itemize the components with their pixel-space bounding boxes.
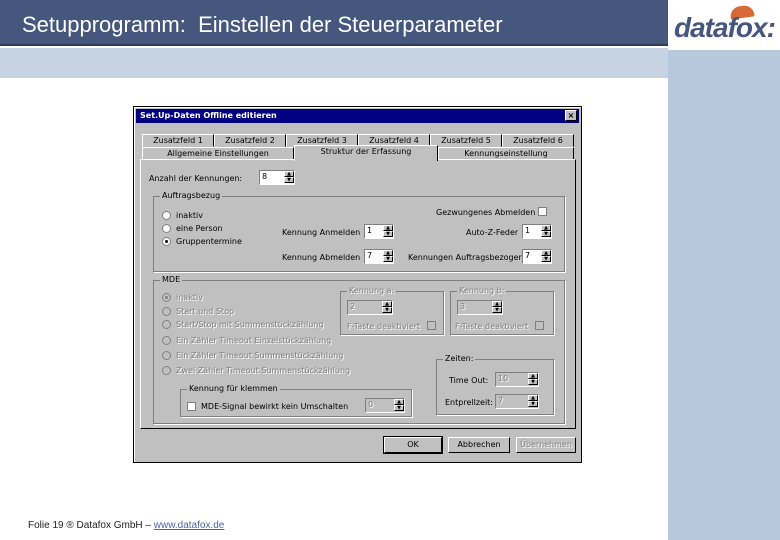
kennungen-auftrag-label: Kennungen Auftragsbezogen <box>408 253 524 262</box>
kennung-abmelden-value: 7 <box>367 251 373 260</box>
tab-zusatzfeld-6[interactable]: Zusatzfeld 6 <box>502 134 574 147</box>
header-band <box>0 48 668 78</box>
tab-pane: Anzahl der Kennungen: 8 ▲ ▼ Auftragsbezug… <box>140 159 576 429</box>
kennungen-auftrag-spinner[interactable]: 7 ▲ ▼ <box>522 249 552 264</box>
gezwungen-checkbox[interactable] <box>538 207 547 216</box>
spin-down-icon[interactable]: ▼ <box>541 256 551 262</box>
radio-eine-person-label: eine Person <box>176 224 223 233</box>
mde-radio-ein-summen-label: Ein Zähler Timeout Summenstückzählung <box>176 351 344 360</box>
setup-dialog: Set.Up-Daten Offline editieren × Zusatzf… <box>133 106 582 463</box>
autoz-label: Auto-Z-Feder <box>466 228 519 237</box>
mde-signal-label: MDE-Signal bewirkt kein Umschalten <box>201 402 349 411</box>
auftragsbezug-group: Auftragsbezug inaktiv eine Person Gruppe… <box>153 191 565 272</box>
kennung-anmelden-label: Kennung Anmelden <box>282 228 361 237</box>
mde-radio-start-stop-label: Start und Stop <box>176 307 235 316</box>
kennung-b-taste-label: F-Taste deaktiviert <box>455 322 529 331</box>
entprell-spinner[interactable]: 7 ▲ ▼ <box>495 394 539 409</box>
spin-down-icon[interactable]: ▼ <box>528 379 538 385</box>
zeiten-title: Zeiten: <box>443 354 476 363</box>
radio-eine-person[interactable] <box>162 224 171 233</box>
kennung-klemmen-group: Kennung für klemmen MDE-Signal bewirkt k… <box>180 384 412 417</box>
kennung-abmelden-label: Kennung Abmelden <box>282 253 361 262</box>
entprell-label: Entprellzeit: <box>445 398 493 407</box>
radio-gruppentermine-label: Gruppentermine <box>176 237 242 246</box>
mde-radio-summen-label: Start/Stop mit Summenstückzählung <box>176 320 324 329</box>
close-button[interactable]: × <box>565 110 577 121</box>
tab-zusatzfeld-1[interactable]: Zusatzfeld 1 <box>142 134 214 147</box>
dialog-title: Set.Up-Daten Offline editieren <box>140 111 277 120</box>
kennung-anmelden-value: 1 <box>367 226 373 235</box>
timeout-value: 10 <box>498 374 509 383</box>
right-sidebar <box>668 50 780 540</box>
footer-link[interactable]: www.datafox.de <box>154 520 225 531</box>
footer-text: Folie 19 ® Datafox GmbH – <box>28 520 154 531</box>
anzahl-spinner[interactable]: 8 ▲ ▼ <box>259 170 295 185</box>
kennung-b-taste-checkbox[interactable] <box>535 321 544 330</box>
mde-radio-ein-summen[interactable] <box>162 351 171 360</box>
mde-radio-zwei-summen-label: Zwei Zähler Timeout Summenstückzählung <box>176 366 351 375</box>
klemmen-value: 0 <box>368 400 374 409</box>
zeiten-group: Zeiten: Time Out: 10 ▲ ▼ Entprellzeit: 7 … <box>436 354 554 415</box>
ok-button[interactable]: OK <box>383 436 443 454</box>
anzahl-label: Anzahl der Kennungen: <box>149 174 243 183</box>
radio-inaktiv[interactable] <box>162 211 171 220</box>
spin-down-icon[interactable]: ▼ <box>383 231 393 237</box>
kennung-b-title: Kennung b: <box>457 286 507 295</box>
spin-down-icon[interactable]: ▼ <box>528 401 538 407</box>
mde-radio-summen[interactable] <box>162 320 171 329</box>
gezwungen-label: Gezwungenes Abmelden <box>436 208 536 217</box>
timeout-label: Time Out: <box>449 376 489 385</box>
autoz-value: 1 <box>525 226 531 235</box>
mde-radio-inaktiv[interactable] <box>162 293 171 302</box>
radio-inaktiv-label: inaktiv <box>176 211 203 220</box>
kennung-anmelden-spinner[interactable]: 1 ▲ ▼ <box>364 224 394 239</box>
slide-title: Setupprogramm: Einstellen der Steuerpara… <box>22 12 503 37</box>
kennung-a-group: Kennung a: 2 ▲ ▼ F-Taste deaktiviert <box>340 286 444 335</box>
auftragsbezug-title: Auftragsbezug <box>160 191 223 200</box>
spin-down-icon[interactable]: ▼ <box>492 307 502 313</box>
kennung-a-value: 2 <box>350 302 356 311</box>
kennung-abmelden-spinner[interactable]: 7 ▲ ▼ <box>364 249 394 264</box>
kennung-b-spinner[interactable]: 3 ▲ ▼ <box>457 300 503 315</box>
kennung-a-taste-checkbox[interactable] <box>427 321 436 330</box>
anzahl-value: 8 <box>262 172 268 181</box>
kennung-b-group: Kennung b: 3 ▲ ▼ F-Taste deaktiviert <box>450 286 554 335</box>
klemmen-spinner[interactable]: 0 ▲ ▼ <box>365 398 405 413</box>
mde-radio-start-stop[interactable] <box>162 307 171 316</box>
spin-down-icon[interactable]: ▼ <box>383 256 393 262</box>
entprell-value: 7 <box>498 396 504 405</box>
autoz-spinner[interactable]: 1 ▲ ▼ <box>522 224 552 239</box>
kennung-klemmen-title: Kennung für klemmen <box>187 384 280 393</box>
mde-radio-ein-einzel[interactable] <box>162 336 171 345</box>
slide-footer: Folie 19 ® Datafox GmbH – www.datafox.de <box>28 520 224 531</box>
mde-radio-inaktiv-label: inaktiv <box>176 293 203 302</box>
kennungen-auftrag-value: 7 <box>525 251 531 260</box>
mde-title: MDE <box>160 275 183 284</box>
mde-signal-checkbox[interactable] <box>187 402 196 411</box>
cancel-button[interactable]: Abbrechen <box>448 437 510 453</box>
spin-down-icon[interactable]: ▼ <box>394 405 404 411</box>
logo-text: datafox: <box>674 12 776 43</box>
timeout-spinner[interactable]: 10 ▲ ▼ <box>495 372 539 387</box>
kennung-a-title: Kennung a: <box>347 286 397 295</box>
apply-button[interactable]: Übernehmen <box>516 437 576 453</box>
tab-struktur-der-erfassung[interactable]: Struktur der Erfassung <box>294 145 438 161</box>
tab-zusatzfeld-5[interactable]: Zusatzfeld 5 <box>430 134 502 147</box>
kennung-a-taste-label: F-Taste deaktiviert <box>347 322 421 331</box>
kennung-b-value: 3 <box>460 302 466 311</box>
mde-radio-zwei-summen[interactable] <box>162 366 171 375</box>
spin-down-icon[interactable]: ▼ <box>382 307 392 313</box>
mde-group: MDE inaktiv Start und Stop Start/Stop mi… <box>153 275 565 424</box>
spin-down-icon[interactable]: ▼ <box>284 177 294 183</box>
radio-gruppentermine[interactable] <box>162 237 171 246</box>
spin-down-icon[interactable]: ▼ <box>541 231 551 237</box>
mde-radio-ein-einzel-label: Ein Zähler Timeout Einzelstückzählung <box>176 336 332 345</box>
dialog-titlebar: Set.Up-Daten Offline editieren × <box>136 109 579 123</box>
kennung-a-spinner[interactable]: 2 ▲ ▼ <box>347 300 393 315</box>
datafox-logo: datafox: <box>668 0 780 50</box>
slide-header: Setupprogramm: Einstellen der Steuerpara… <box>0 0 668 46</box>
tab-zusatzfeld-2[interactable]: Zusatzfeld 2 <box>214 134 286 147</box>
